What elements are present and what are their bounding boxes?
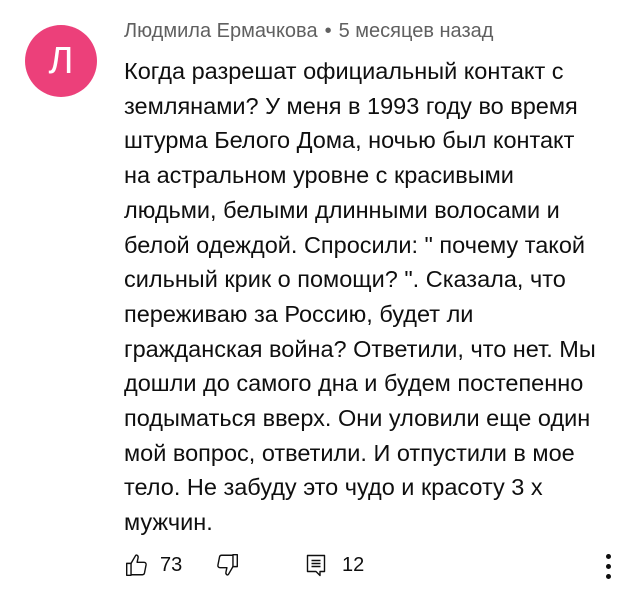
reply-button[interactable]: 12 bbox=[304, 548, 364, 582]
like-count: 73 bbox=[160, 553, 183, 576]
comment-card: Л Людмила Ермачкова • 5 месяцев назад Когд… bbox=[0, 0, 640, 611]
thumbs-down-icon bbox=[214, 552, 240, 578]
comment-actions: 73 12 bbox=[124, 548, 624, 582]
reply-count: 12 bbox=[342, 553, 365, 576]
comment-meta: Людмила Ермачкова • 5 месяцев назад bbox=[124, 20, 493, 43]
thumbs-up-icon bbox=[124, 552, 150, 578]
meta-separator: • bbox=[324, 20, 332, 42]
avatar-letter: Л bbox=[48, 39, 74, 82]
comment-timestamp[interactable]: 5 месяцев назад bbox=[339, 20, 494, 42]
more-vertical-icon[interactable] bbox=[598, 551, 618, 581]
dislike-button[interactable] bbox=[214, 548, 240, 582]
like-button[interactable]: 73 bbox=[124, 548, 182, 582]
reply-comment-icon bbox=[304, 552, 328, 578]
author-name[interactable]: Людмила Ермачкова bbox=[124, 20, 318, 42]
comment-text: Когда разрешат официальный контакт с зем… bbox=[124, 58, 596, 536]
avatar[interactable]: Л bbox=[25, 25, 97, 97]
